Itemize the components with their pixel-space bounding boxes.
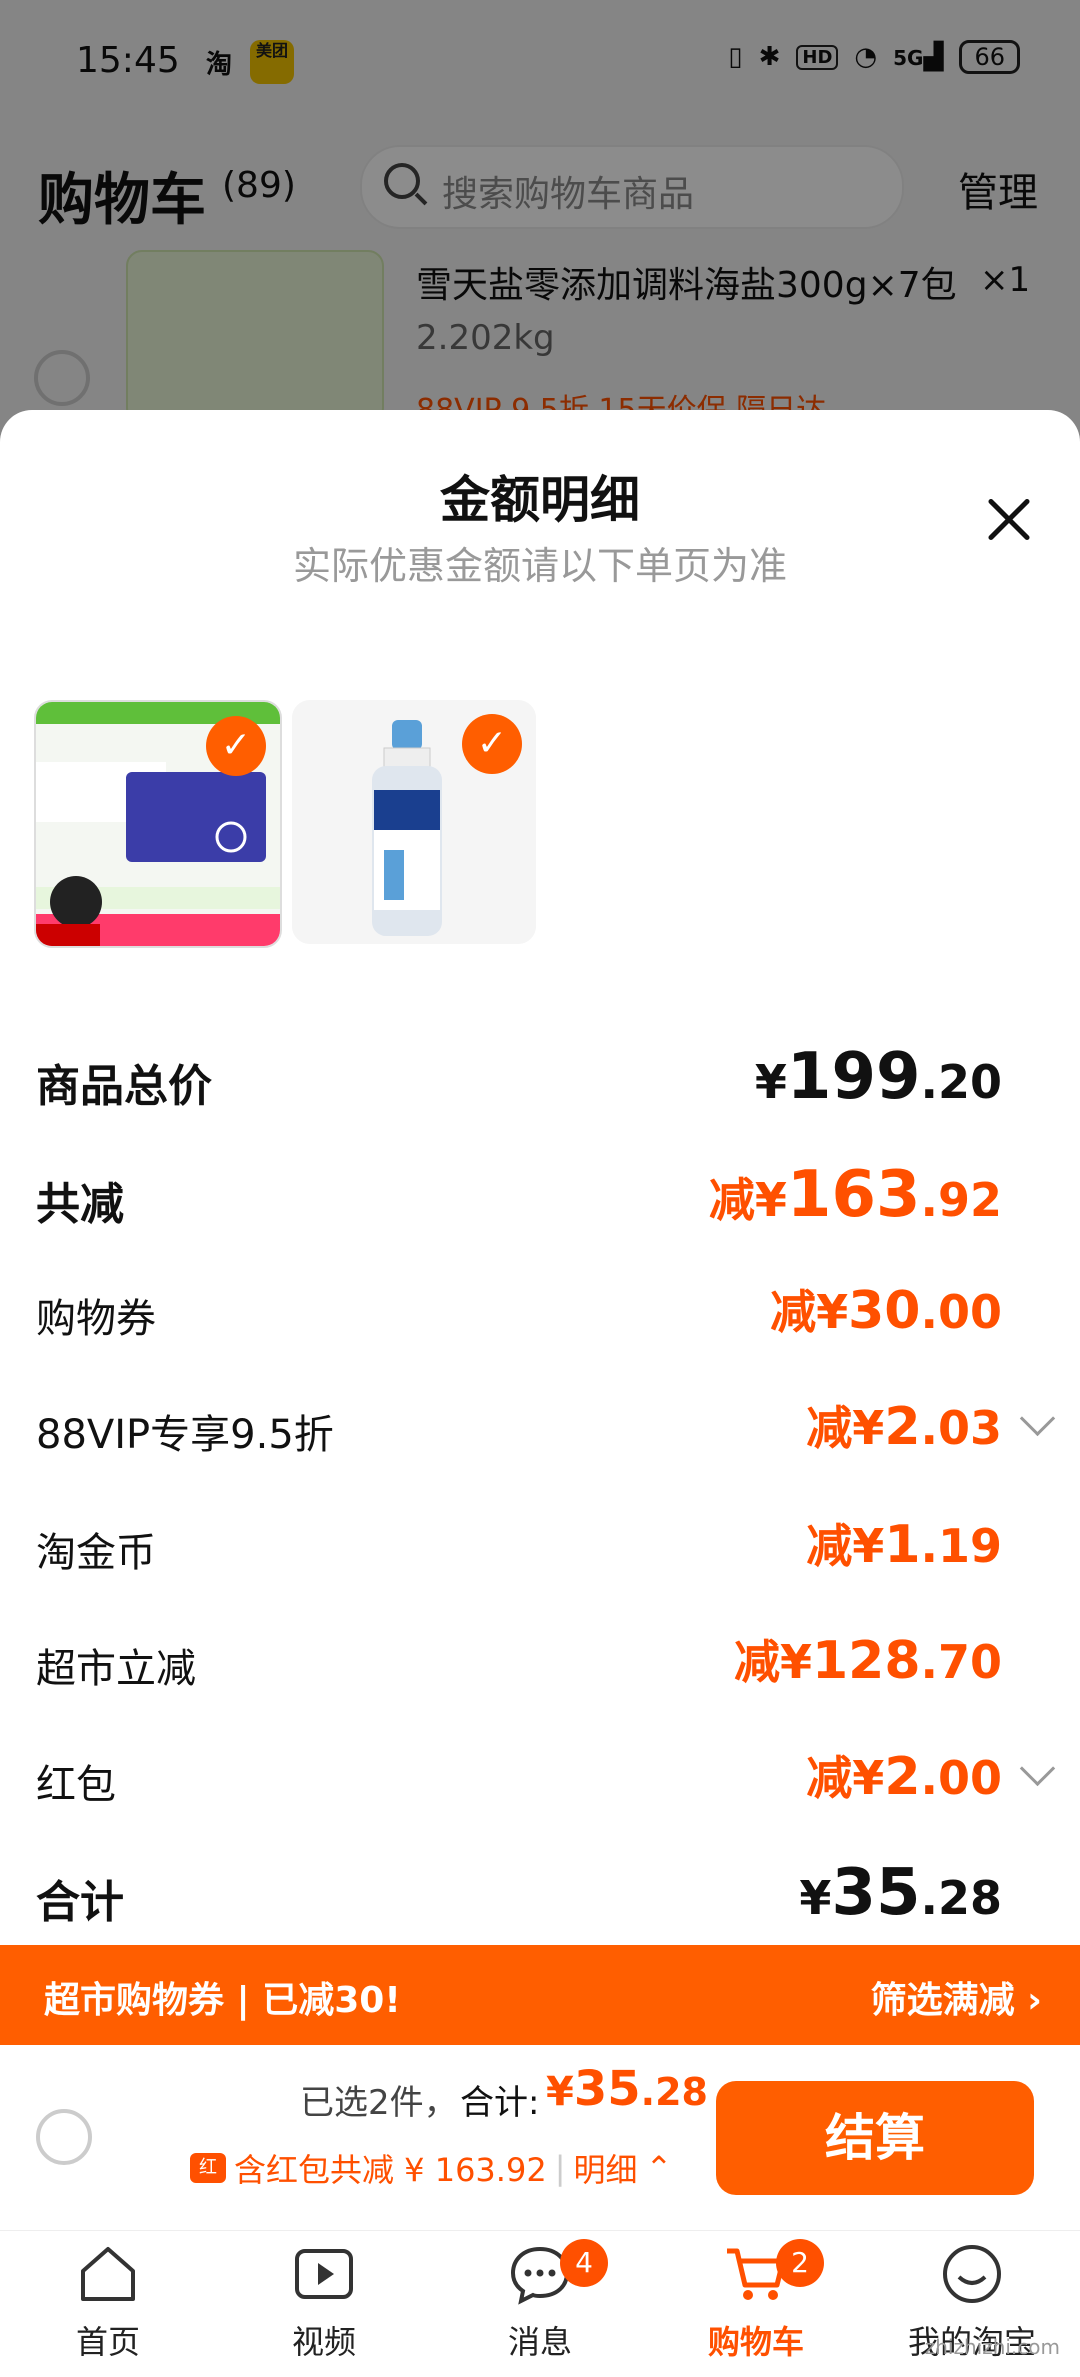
tab-video[interactable]: 视频 <box>244 2241 404 2377</box>
profile-icon <box>943 2245 1001 2303</box>
value-int: 199 <box>786 1040 921 1114</box>
chevron-up-icon[interactable]: ⌃ <box>645 2149 672 2187</box>
row-value: 减¥30.00 <box>770 1276 1002 1342</box>
row-value: 减¥1.19 <box>806 1510 1002 1576</box>
home-icon <box>81 2247 135 2301</box>
checked-icon[interactable]: ✓ <box>462 714 522 774</box>
row-label: 淘金币 <box>36 1530 156 1576</box>
tab-label: 首页 <box>75 2323 140 2361</box>
currency: 减¥ <box>708 1173 787 1227</box>
amount-detail-sheet: 金额明细 实际优惠金额请以下单页为准 ✓ ✓ 商品总价 ¥199.20 共减 减… <box>0 410 1080 2060</box>
sheet-subtitle: 实际优惠金额请以下单页为准 <box>292 544 787 588</box>
currency: 减¥ <box>806 1751 885 1805</box>
value-dec: .20 <box>920 1055 1003 1109</box>
select-all-radio[interactable] <box>36 2109 92 2165</box>
chevron-down-icon[interactable] <box>1019 1750 1056 1787</box>
product-thumbnail[interactable]: ✓ <box>292 700 536 944</box>
row-88vip[interactable]: 88VIP专享9.5折 减¥2.03 <box>0 1382 1080 1472</box>
row-label: 购物券 <box>36 1296 156 1342</box>
coupon-banner[interactable]: 超市购物券 | 已减30! 筛选满减 › <box>0 1945 1080 2045</box>
value-dec: .00 <box>920 1751 1003 1805</box>
row-red-packet[interactable]: 红包 减¥2.00 <box>0 1732 1080 1822</box>
value-int: 2 <box>884 1397 921 1457</box>
currency: 减¥ <box>770 1285 849 1339</box>
row-total-discount: 共减 减¥163.92 <box>0 1148 1080 1238</box>
currency: 减¥ <box>733 1635 812 1689</box>
row-value: 减¥2.03 <box>806 1392 1002 1458</box>
row-value: 减¥163.92 <box>709 1158 1002 1232</box>
chevron-down-icon[interactable] <box>1019 1400 1056 1437</box>
row-sum: 合计 ¥35.28 <box>0 1846 1080 1936</box>
product-thumbnail[interactable]: ✓ <box>34 700 282 948</box>
discount-summary[interactable]: 红 含红包共减 ¥ 163.92 | 明细 ⌃ <box>190 2145 672 2191</box>
value-int: 163 <box>786 1158 921 1232</box>
row-label: 商品总价 <box>36 1061 212 1112</box>
unread-badge: 4 <box>560 2239 608 2287</box>
value-dec: .03 <box>920 1401 1003 1455</box>
row-value: 减¥2.00 <box>806 1742 1002 1808</box>
row-label: 红包 <box>36 1762 116 1808</box>
value-dec: .00 <box>920 1285 1003 1339</box>
row-shopping-coupon: 购物券 减¥30.00 <box>0 1266 1080 1356</box>
video-icon <box>295 2249 353 2299</box>
checkout-bar: 已选2件， 合计: ¥35.28 红 含红包共减 ¥ 163.92 | 明细 ⌃… <box>0 2045 1080 2230</box>
value-dec: .70 <box>920 1635 1003 1689</box>
value-int: 30 <box>848 1281 921 1341</box>
red-packet-icon: 红 <box>190 2153 226 2183</box>
row-total-price: 商品总价 ¥199.20 <box>0 1030 1080 1120</box>
total-label: 合计: <box>460 2083 540 2123</box>
tab-home[interactable]: 首页 <box>28 2241 188 2377</box>
detail-link[interactable]: 明细 <box>573 2145 637 2191</box>
row-value: 减¥128.70 <box>734 1626 1002 1692</box>
currency: ¥ <box>546 2069 574 2115</box>
total-amount: ¥35.28 <box>546 2061 708 2117</box>
value-dec: .28 <box>920 1871 1003 1925</box>
bottom-tabbar: 首页 视频 消息 4 购物车 2 我的淘宝 <box>0 2230 1080 2377</box>
cart-badge: 2 <box>776 2239 824 2287</box>
checkout-button[interactable]: 结算 <box>716 2081 1034 2195</box>
currency: ¥ <box>754 1055 787 1109</box>
currency: 减¥ <box>806 1401 885 1455</box>
tab-messages[interactable]: 消息 4 <box>460 2239 620 2377</box>
value-int: 1 <box>884 1515 921 1575</box>
amount-int: 35 <box>573 2061 641 2117</box>
coupon-banner-text: 超市购物券 | 已减30! <box>44 1980 401 2021</box>
value-int: 2 <box>884 1747 921 1807</box>
tab-cart[interactable]: 购物车 2 <box>676 2239 836 2377</box>
tab-label: 视频 <box>291 2323 356 2361</box>
row-supermarket-discount: 超市立减 减¥128.70 <box>0 1616 1080 1706</box>
discount-text: 含红包共减 ¥ 163.92 <box>234 2151 547 2189</box>
watermark: zhizhizhi.com <box>924 2335 1060 2359</box>
row-taojinbi: 淘金币 减¥1.19 <box>0 1500 1080 1590</box>
tab-label: 购物车 <box>707 2323 804 2361</box>
currency: 减¥ <box>806 1519 885 1573</box>
amount-dec: .28 <box>640 2070 708 2114</box>
value-dec: .19 <box>920 1519 1003 1573</box>
row-value: ¥35.28 <box>799 1856 1002 1930</box>
sheet-title: 金额明细 <box>440 471 640 529</box>
filter-discount-link[interactable]: 筛选满减 › <box>871 1971 1042 2023</box>
tab-label: 消息 <box>507 2323 572 2361</box>
selected-count: 已选2件， <box>300 2083 458 2123</box>
row-label: 共减 <box>36 1179 124 1230</box>
value-dec: .92 <box>920 1173 1003 1227</box>
checked-icon[interactable]: ✓ <box>206 716 266 776</box>
value-int: 35 <box>831 1856 921 1930</box>
row-value: ¥199.20 <box>755 1040 1002 1114</box>
value-int: 128 <box>811 1631 921 1691</box>
close-icon[interactable] <box>985 495 1033 543</box>
row-label: 超市立减 <box>36 1646 196 1692</box>
row-label: 88VIP专享9.5折 <box>36 1412 334 1458</box>
divider: | <box>554 2149 566 2187</box>
currency: ¥ <box>799 1871 832 1925</box>
row-label: 合计 <box>36 1877 124 1928</box>
